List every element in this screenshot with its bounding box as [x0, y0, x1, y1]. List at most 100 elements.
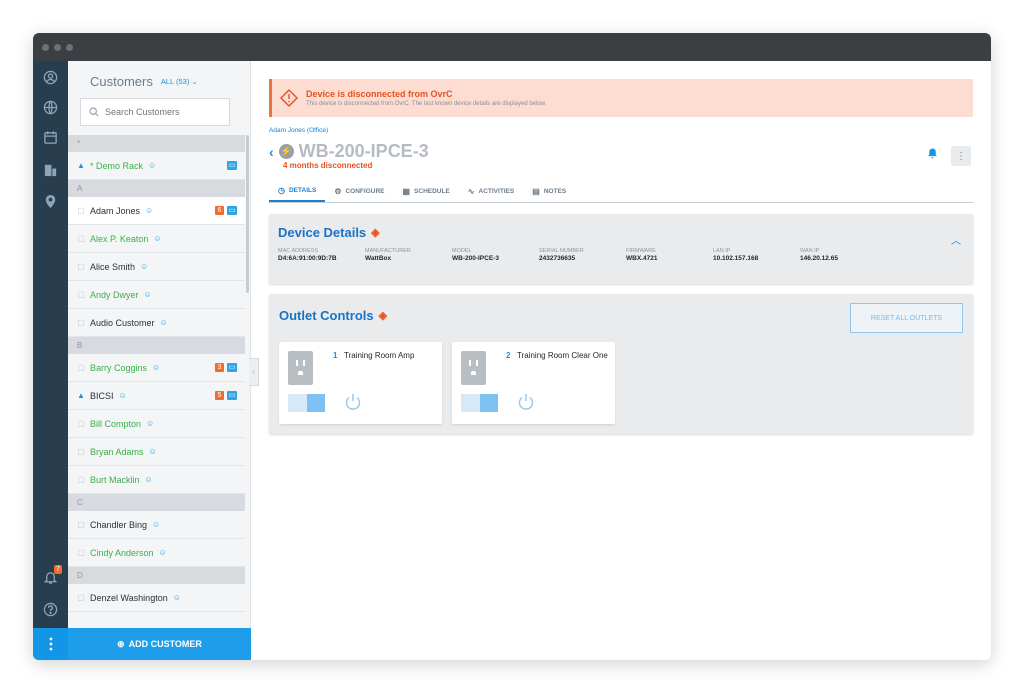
customer-row[interactable]: ▢ Adam Jones ☺ 6 ▭	[68, 197, 245, 225]
window-maximize-dot[interactable]	[66, 43, 73, 51]
list-scrollbar[interactable]	[246, 135, 249, 293]
search-box[interactable]	[80, 98, 230, 126]
globe-icon[interactable]	[42, 99, 59, 116]
customer-row[interactable]: ▢ Bryan Adams ☺	[68, 438, 245, 466]
detail-value: WB-200-IPCE-3	[452, 255, 499, 262]
more-options-button[interactable]: ⋮	[951, 146, 971, 166]
customer-row[interactable]: ▢ Denzel Washington ☺	[68, 584, 245, 612]
search-icon	[89, 107, 99, 117]
power-icon[interactable]	[343, 392, 363, 412]
collapse-panel-handle[interactable]: ‹	[249, 358, 259, 386]
toggle-knob	[480, 394, 498, 412]
warning-diamond-icon	[280, 89, 298, 107]
customer-row[interactable]: ▢ Bill Compton ☺	[68, 410, 245, 438]
tab-label: ACTIVITIES	[478, 188, 515, 195]
customer-row[interactable]: ▢ Andy Dwyer ☺	[68, 281, 245, 309]
status-face-icon: ☺	[152, 363, 161, 372]
bell-icon: ▲	[77, 161, 85, 170]
reset-all-outlets-button[interactable]: RESET ALL OUTLETS	[850, 303, 963, 333]
add-customer-button[interactable]: ⊕ ADD CUSTOMER	[68, 628, 251, 660]
customer-row[interactable]: ▢ Audio Customer ☺	[68, 309, 245, 337]
detail-label: MANUFACTURER	[365, 248, 411, 254]
alert-count-badge: 3	[215, 363, 224, 372]
customer-name: Cindy Anderson	[90, 547, 154, 558]
status-face-icon: ☺	[146, 419, 155, 428]
outlet-toggle[interactable]	[461, 394, 498, 412]
back-chevron-icon[interactable]: ‹	[269, 144, 274, 160]
window-close-dot[interactable]	[42, 43, 49, 51]
customer-row[interactable]: ▢ Chandler Bing ☺	[68, 511, 245, 539]
tab-configure[interactable]: ⚙ CONFIGURE	[325, 181, 393, 202]
power-icon[interactable]	[516, 392, 536, 412]
customer-row[interactable]: ▢ Burt Macklin ☺	[68, 466, 245, 494]
group-header: *	[68, 135, 245, 152]
detail-label: WAN IP	[800, 248, 820, 254]
tab-notes[interactable]: ▤ NOTES	[523, 181, 575, 202]
device-name: WB-200-IPCE-3	[298, 141, 429, 161]
status-face-icon: ☺	[140, 262, 149, 271]
detail-value: WattBox	[365, 255, 392, 262]
detail-field: SERIAL NUMBER 2432736635	[539, 248, 626, 262]
monitor-badge-icon: ▭	[227, 161, 237, 170]
detail-field: MANUFACTURER WattBox	[365, 248, 452, 262]
outlet-card: 1 Training Room Amp	[279, 342, 442, 424]
device-icon: ▢	[77, 593, 85, 602]
search-input[interactable]	[105, 107, 215, 117]
chevron-up-icon[interactable]: ︿	[951, 232, 961, 247]
tab-schedule-icon: ▦	[402, 187, 411, 196]
customer-row[interactable]: ▢ Alex P. Keaton ☺	[68, 225, 245, 253]
outlet-number: 2	[506, 351, 511, 360]
tab-activities[interactable]: ∿ ACTIVITIES	[459, 181, 523, 202]
customer-row[interactable]: ▢ Alice Smith ☺	[68, 253, 245, 281]
group-header: A	[68, 180, 245, 197]
chevron-left-icon: ‹	[252, 368, 255, 376]
customers-filter-dropdown[interactable]: ALL (53) ⌄	[161, 77, 198, 86]
outlet-toggle[interactable]	[288, 394, 325, 412]
kebab-icon: ⋮	[956, 150, 966, 162]
customer-name: Alice Smith	[90, 261, 136, 272]
detail-field: MODEL WB-200-IPCE-3	[452, 248, 539, 262]
customer-name: Burt Macklin	[90, 474, 140, 485]
building-icon[interactable]	[42, 161, 59, 178]
customer-row[interactable]: ▢ Cindy Anderson ☺	[68, 539, 245, 567]
monitor-badge-icon: ▭	[227, 391, 237, 400]
nav-rail: 7	[33, 61, 68, 660]
kebab-icon[interactable]	[33, 628, 68, 660]
detail-field: FIRMWARE WBX.4721	[626, 248, 713, 262]
customers-title: Customers	[90, 73, 153, 89]
help-icon[interactable]	[42, 601, 59, 618]
bell-icon[interactable]	[926, 146, 939, 164]
status-face-icon: ☺	[118, 391, 127, 400]
tab-details[interactable]: ◷ DETAILS	[269, 181, 326, 202]
detail-field: WAN IP 146.20.12.65	[800, 248, 887, 262]
device-details-heading: Device Details ◈	[278, 225, 380, 240]
status-face-icon: ☺	[172, 593, 181, 602]
device-icon: ▢	[77, 447, 85, 456]
customers-header: Customers ALL (53) ⌄	[68, 61, 250, 101]
group-header: B	[68, 337, 245, 354]
window-minimize-dot[interactable]	[54, 43, 61, 51]
alert-count-badge: 5	[215, 391, 224, 400]
window-titlebar	[33, 33, 991, 61]
location-pin-icon[interactable]	[42, 193, 59, 210]
bell-icon: ▲	[77, 391, 85, 400]
customer-name: Barry Coggins	[90, 362, 148, 373]
detail-value: 10.102.157.168	[713, 255, 759, 262]
customer-row[interactable]: ▲ BICSI ☺ 5 ▭	[68, 382, 245, 410]
user-circle-icon[interactable]	[42, 69, 59, 86]
customer-row[interactable]: ▲ * Demo Rack ☺ ▭	[68, 152, 245, 180]
device-details-title: Device Details	[278, 225, 367, 240]
tab-schedule[interactable]: ▦ SCHEDULE	[393, 181, 458, 202]
detail-field: LAN IP 10.102.157.168	[713, 248, 800, 262]
tab-details-icon: ◷	[278, 186, 285, 195]
tab-activities-icon: ∿	[467, 187, 475, 196]
detail-value: D4:6A:91:00:9D:7B	[278, 255, 337, 262]
device-tabs: ◷ DETAILS ⚙ CONFIGURE ▦ SCHEDULE ∿ ACTIVITIES ▤ N…	[269, 181, 973, 203]
alert-subtitle: This device is disconnected from OvrC. T…	[306, 101, 547, 107]
breadcrumb[interactable]: Adam Jones (Office)	[269, 127, 328, 134]
outlet-controls-heading: Outlet Controls ◈	[279, 308, 387, 323]
row-badges: 5 ▭	[215, 391, 237, 400]
customer-row[interactable]: ▢ Barry Coggins ☺ 3 ▭	[68, 354, 245, 382]
status-face-icon: ☺	[159, 318, 168, 327]
calendar-icon[interactable]	[42, 129, 59, 146]
